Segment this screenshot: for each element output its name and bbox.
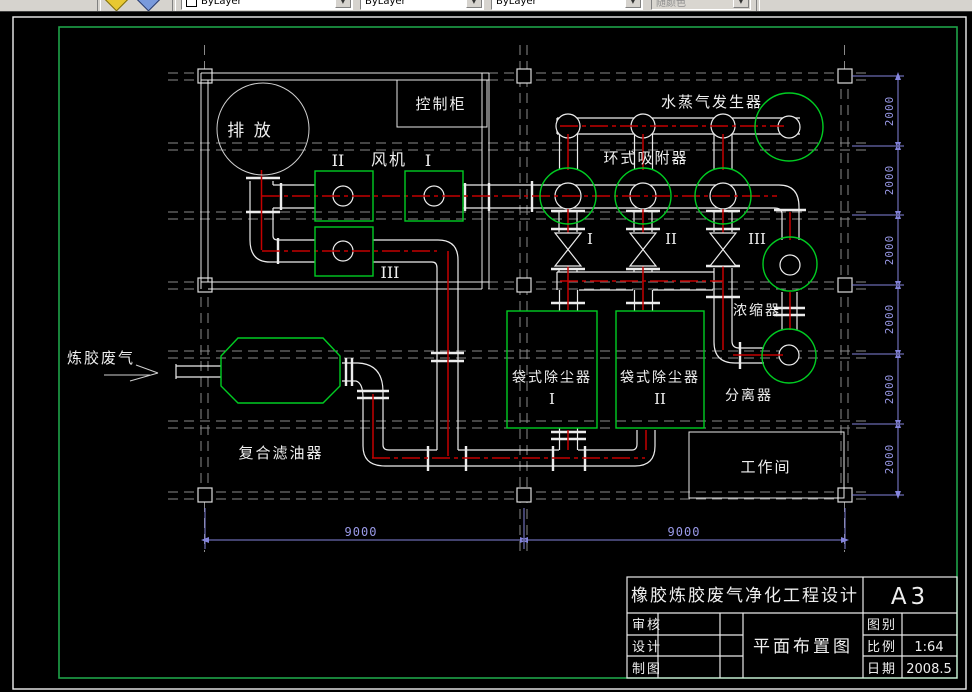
plotstyle-value: 随颜色 bbox=[656, 0, 686, 9]
dim-right-5: 2000 bbox=[883, 374, 896, 405]
ring-adsorber-label: 环式吸附器 bbox=[603, 149, 688, 167]
fan-3-number: III bbox=[381, 263, 400, 282]
fan-label: 风机 bbox=[371, 150, 407, 169]
title-row-design: 设计 bbox=[632, 640, 662, 655]
properties-toolbar: ByLayer ▼ ByLayer ▼ ByLayer ▼ 随颜色 ▼ bbox=[0, 0, 972, 12]
inlet-gas-label: 炼胶废气 bbox=[67, 349, 135, 367]
steam-generator-label: 水蒸气发生器 bbox=[661, 93, 763, 111]
toolbar-separator bbox=[756, 0, 760, 11]
color-swatch bbox=[186, 0, 197, 7]
title-sheet-size: A3 bbox=[891, 584, 929, 610]
cad-canvas[interactable]: 排 放 控制柜 II 风机 I III 水蒸气发生器 环式吸附器 I II II… bbox=[0, 0, 972, 692]
chevron-down-icon[interactable]: ▼ bbox=[625, 0, 641, 8]
chevron-down-icon[interactable]: ▼ bbox=[335, 0, 351, 8]
separator-label: 分离器 bbox=[725, 387, 773, 404]
dim-bottom-2: 9000 bbox=[668, 525, 701, 539]
chevron-down-icon[interactable]: ▼ bbox=[466, 0, 482, 8]
exhaust-label: 排 放 bbox=[227, 121, 272, 141]
adsorber-3-number: III bbox=[748, 230, 766, 248]
bag-filter-1-number: I bbox=[549, 390, 555, 408]
dim-right-4: 2000 bbox=[883, 304, 896, 335]
dim-right-3: 2000 bbox=[883, 235, 896, 266]
dim-bottom-1: 9000 bbox=[345, 525, 378, 539]
application-window: ByLayer ▼ ByLayer ▼ ByLayer ▼ 随颜色 ▼ 排 放 … bbox=[0, 0, 972, 692]
toolbar-separator bbox=[97, 0, 101, 11]
toolbar-separator bbox=[172, 0, 176, 11]
dim-right-2: 2000 bbox=[883, 165, 896, 196]
layer-states-icon[interactable] bbox=[136, 0, 161, 11]
oil-filter-label: 复合滤油器 bbox=[238, 444, 323, 462]
color-value: ByLayer bbox=[201, 0, 242, 7]
title-drawing-name: 平面布置图 bbox=[753, 637, 853, 657]
title-row-date: 日期 bbox=[867, 662, 897, 677]
linetype-value: ByLayer bbox=[365, 0, 406, 7]
lineweight-value: ByLayer bbox=[496, 0, 537, 7]
lineweight-control-dropdown[interactable]: ByLayer ▼ bbox=[491, 0, 643, 10]
control-cabinet-label: 控制柜 bbox=[415, 95, 466, 113]
plotstyle-control-dropdown: 随颜色 ▼ bbox=[651, 0, 751, 10]
title-row-draft: 制图 bbox=[632, 662, 662, 677]
bag-filter-2-label: 袋式除尘器 bbox=[620, 370, 700, 386]
adsorber-2-number: II bbox=[665, 230, 677, 248]
chevron-down-icon: ▼ bbox=[733, 0, 749, 8]
workroom-label: 工作间 bbox=[740, 458, 791, 476]
bag-filter-1-label: 袋式除尘器 bbox=[512, 370, 592, 386]
make-layer-current-icon[interactable] bbox=[104, 0, 129, 11]
fan-1-number: I bbox=[425, 151, 431, 170]
title-date-value: 2008.5 bbox=[906, 662, 952, 677]
title-project: 橡胶炼胶废气净化工程设计 bbox=[631, 586, 859, 606]
adsorber-1-number: I bbox=[587, 230, 593, 248]
title-row-scale: 比例 bbox=[867, 640, 897, 655]
title-row-check: 审核 bbox=[632, 618, 662, 633]
dim-right-1: 2000 bbox=[883, 96, 896, 127]
linetype-control-dropdown[interactable]: ByLayer ▼ bbox=[360, 0, 484, 10]
bag-filter-2-number: II bbox=[654, 390, 666, 408]
color-control-dropdown[interactable]: ByLayer ▼ bbox=[181, 0, 353, 10]
fan-2-number: II bbox=[332, 151, 345, 170]
title-scale-value: 1:64 bbox=[914, 640, 943, 655]
concentrator-label: 浓缩器 bbox=[733, 303, 781, 319]
title-row-category: 图别 bbox=[867, 618, 897, 633]
dim-right-6: 2000 bbox=[883, 444, 896, 475]
